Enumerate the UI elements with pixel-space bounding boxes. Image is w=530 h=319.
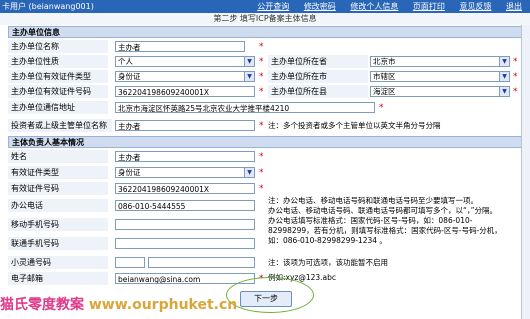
label-cert-no: 主办单位有效证件号码 [8, 85, 108, 98]
required-mark: * [513, 57, 518, 67]
watermark-text: 猫氏零度教案 [0, 297, 89, 313]
select-city[interactable]: 市辖区 ▼ [370, 71, 510, 82]
input-org-name[interactable]: 主办者 [115, 41, 245, 52]
label-cert-type: 主办单位有效证件类型 [8, 70, 108, 83]
investor-note: 注：多个投资者或多个主管单位以英文半角分号分隔 [268, 121, 441, 130]
required-mark: * [259, 184, 264, 194]
page-heading: 第二步 填写ICP备案主体信息 [0, 13, 530, 25]
required-mark: * [259, 57, 264, 67]
phone-note-1: 注：办公电话、移动电话号码和联通电话号码至少要填写一项。 [268, 196, 478, 205]
label-province: 主办单位所在省 [268, 55, 368, 68]
input-email[interactable]: beianwang@sina.com [115, 273, 255, 284]
watermark: 猫氏零度教案 www.ourphuket.cn [0, 296, 400, 314]
label-principal-cert-no: 有效证件号码 [8, 182, 108, 195]
select-province[interactable]: 北京市 ▼ [370, 56, 510, 67]
label-principal-cert-type: 有效证件类型 [8, 166, 108, 179]
required-mark: * [259, 87, 264, 97]
input-office-phone[interactable]: 086-010-5444555 [115, 200, 255, 211]
chevron-down-icon: ▼ [499, 72, 509, 81]
input-phs-area[interactable] [115, 257, 145, 268]
menu-logout[interactable]: 退出 [506, 2, 522, 11]
watermark-url: www.ourphuket.cn [88, 297, 238, 313]
required-mark: * [259, 168, 264, 178]
section-header-principal: 主体负责人基本情况 [8, 136, 524, 148]
select-value: 市辖区 [373, 72, 396, 81]
chevron-down-icon: ▼ [499, 87, 509, 96]
top-bar: 卡用户 (beianwang001) 公开查询 修改密码 修改个人信息 页面打印… [0, 0, 530, 13]
label-city: 主办单位所在市 [268, 70, 368, 83]
input-phs[interactable] [148, 257, 255, 268]
label-unicom: 联通手机号码 [8, 237, 108, 250]
select-value: 身份证 [118, 168, 141, 177]
required-mark: * [259, 121, 264, 131]
label-org-name: 主办单位名称 [8, 40, 108, 53]
required-mark: * [379, 103, 384, 113]
label-org-nature: 主办单位性质 [8, 55, 108, 68]
input-mobile[interactable] [115, 219, 255, 230]
select-principal-cert-type[interactable]: 身份证 ▼ [115, 167, 255, 178]
required-mark: * [259, 152, 264, 162]
chevron-down-icon: ▼ [244, 72, 254, 81]
chevron-down-icon: ▼ [244, 168, 254, 177]
menu-change-password[interactable]: 修改密码 [304, 2, 336, 11]
email-example: 例如:xyz@123.abc [268, 273, 337, 282]
section-header-org: 主办单位信息 [8, 26, 524, 38]
input-unicom[interactable] [115, 238, 255, 249]
label-phs: 小灵通号码 [8, 256, 108, 269]
required-mark: * [259, 72, 264, 82]
label-office-phone: 办公电话 [8, 199, 108, 212]
phone-note-3: 办公电话填写标准格式：国家代码-区号-号码，如：086-010-82998299… [268, 216, 502, 245]
input-principal-cert-no[interactable]: 362204198609240001X [115, 183, 255, 194]
required-mark: * [259, 42, 264, 52]
label-district: 主办单位所在县 [268, 85, 368, 98]
select-district[interactable]: 海淀区 ▼ [370, 86, 510, 97]
vertical-scrollbar[interactable] [521, 25, 530, 319]
chevron-down-icon: ▼ [499, 57, 509, 66]
required-mark: * [513, 87, 518, 97]
input-cert-no[interactable]: 362204198609240001X [115, 86, 255, 97]
menu-public-query[interactable]: 公开查询 [257, 2, 289, 11]
top-menu: 公开查询 修改密码 修改个人信息 页面打印 意见反馈 退出 [245, 0, 522, 13]
label-principal-name: 姓名 [8, 150, 108, 163]
select-value: 个人 [118, 57, 133, 66]
select-value: 身份证 [118, 72, 141, 81]
select-value: 海淀区 [373, 87, 396, 96]
user-label: 卡用户 (beianwang001) [2, 2, 94, 11]
select-org-nature[interactable]: 个人 ▼ [115, 56, 255, 67]
label-email: 电子邮箱 [8, 272, 108, 285]
menu-feedback[interactable]: 意见反馈 [459, 2, 491, 11]
input-investor[interactable]: 主办者 [115, 120, 255, 131]
required-mark: * [513, 72, 518, 82]
label-address: 主办单位通信地址 [8, 101, 108, 114]
select-cert-type[interactable]: 身份证 ▼ [115, 71, 255, 82]
phone-note-2: 办公电话、移动电话号码、联通电话号码都可填写多个，以“，”分隔。 [268, 206, 498, 215]
label-investor: 投资者或上级主管单位名称 [8, 119, 112, 132]
menu-edit-profile[interactable]: 修改个人信息 [350, 2, 398, 11]
input-principal-name[interactable]: 主办者 [115, 151, 255, 162]
menu-print[interactable]: 页面打印 [413, 2, 445, 11]
phs-note: 注：该项为可选项，该功能暂不启用 [268, 258, 388, 267]
select-value: 北京市 [373, 57, 396, 66]
label-mobile: 移动手机号码 [8, 218, 108, 231]
phone-note: 注：办公电话、移动电话号码和联通电话号码至少要填写一项。 办公电话、移动电话号码… [268, 196, 513, 246]
chevron-down-icon: ▼ [244, 57, 254, 66]
input-address[interactable]: 北京市海淀区怀英路25号北京农业大学推平楼4210 [115, 102, 375, 113]
